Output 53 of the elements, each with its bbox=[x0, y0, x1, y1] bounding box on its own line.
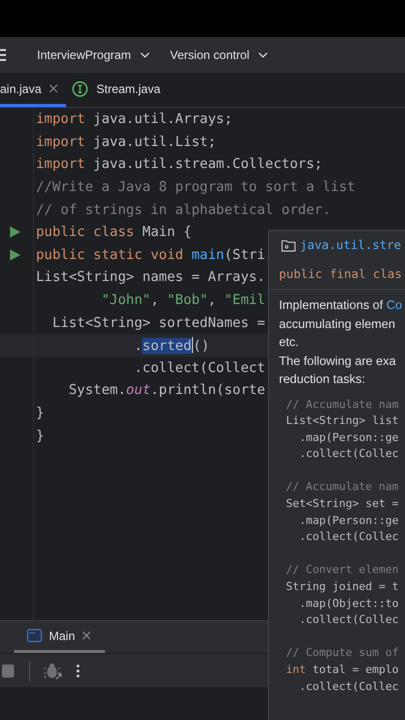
class-signature: public final clas bbox=[279, 267, 402, 281]
code-line: "John", "Bob", "Emil bbox=[100, 292, 266, 308]
code-line: .map(Person::ge bbox=[298, 430, 399, 446]
code-line: .collect(Collec bbox=[298, 612, 399, 628]
code-line: import java.util.Arrays; bbox=[36, 111, 232, 128]
console-icon bbox=[27, 628, 42, 643]
more-icon[interactable] bbox=[76, 664, 80, 678]
code-line: // Convert elemen bbox=[286, 562, 399, 578]
run-icon[interactable] bbox=[9, 226, 21, 238]
code-line: .map(Person::ge bbox=[298, 512, 399, 529]
code-line: // Compute sum of bbox=[286, 645, 399, 662]
code-line: String joined = t bbox=[286, 579, 399, 596]
code-line: //Write a Java 8 program to sort a list bbox=[36, 179, 356, 196]
toolbar-dropdown[interactable]: InterviewProgram bbox=[31, 44, 156, 66]
chevron-icon bbox=[140, 52, 150, 58]
run-icon[interactable] bbox=[9, 248, 21, 261]
code-line: List<String> list bbox=[286, 413, 399, 430]
close-icon[interactable] bbox=[82, 631, 92, 640]
code-line: } bbox=[36, 428, 44, 444]
doc-text: The following are exa bbox=[279, 352, 396, 370]
code-line: .collect(Collect bbox=[133, 360, 266, 376]
code-line: List<String> names = Arrays. bbox=[36, 269, 266, 286]
code-line: .collect(Collec bbox=[298, 529, 399, 546]
package-icon bbox=[281, 238, 296, 252]
code-line: int total = emplo bbox=[286, 662, 399, 678]
close-icon[interactable] bbox=[49, 84, 58, 93]
code-line: public static void main(Stri bbox=[36, 246, 266, 263]
code-line: Set<String> set = bbox=[286, 496, 399, 512]
code-line: public class Main { bbox=[36, 224, 192, 240]
code-line: .collect(Collec bbox=[298, 446, 399, 462]
code-line: } bbox=[36, 405, 44, 422]
code-line: List<String> sortedNames = bbox=[51, 314, 266, 331]
doc-text: reduction tasks: bbox=[279, 371, 366, 388]
stop-icon[interactable] bbox=[2, 664, 15, 678]
chevron-icon bbox=[258, 52, 268, 58]
code-line: System.out.println(sorte bbox=[68, 382, 266, 398]
interface-icon bbox=[72, 80, 88, 96]
package-link[interactable]: java.util.stre bbox=[300, 238, 402, 252]
editor-tab[interactable]: Stream.java bbox=[66, 73, 168, 107]
code-line: .map(Object::to bbox=[298, 596, 399, 612]
doc-text: Implementations of Co bbox=[279, 297, 402, 314]
doc-text: accumulating elemen bbox=[279, 316, 396, 332]
code-line: // of strings in alphabetical order. bbox=[36, 202, 331, 218]
code-line: // Accumulate nam bbox=[286, 396, 399, 412]
code-line: import java.util.stream.Collectors; bbox=[36, 156, 322, 172]
doc-text: etc. bbox=[279, 334, 299, 351]
code-line: import java.util.List; bbox=[36, 134, 216, 150]
menu-icon[interactable] bbox=[0, 48, 6, 62]
code-line: // Accumulate nam bbox=[286, 479, 399, 496]
toolbar-dropdown[interactable]: Version control bbox=[164, 44, 274, 66]
editor-tab[interactable]: ain.java bbox=[0, 73, 66, 107]
code-line: .collect(Collec bbox=[298, 678, 399, 695]
bug-icon[interactable] bbox=[44, 662, 62, 680]
